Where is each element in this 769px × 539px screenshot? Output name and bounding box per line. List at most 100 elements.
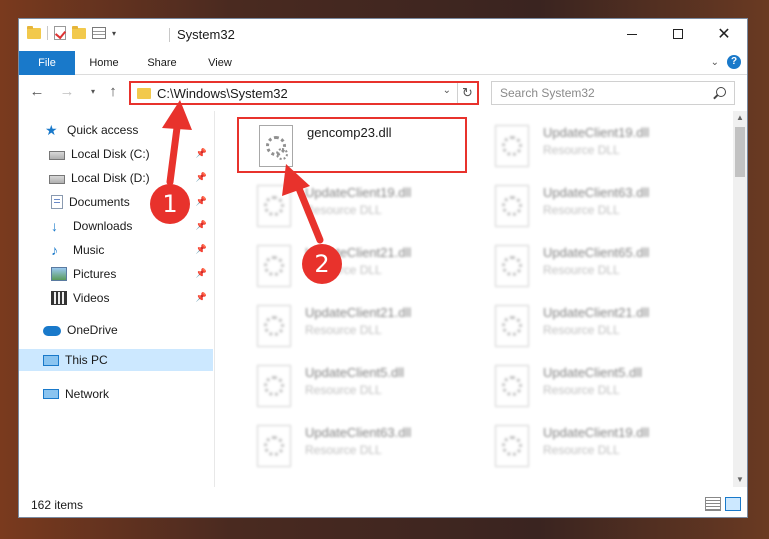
pin-icon[interactable]: 📌 bbox=[196, 148, 207, 159]
pin-icon[interactable]: 📌 bbox=[196, 220, 207, 231]
navigation-bar: ← → ▾ ↑ C:\Windows\System32 ⌄ ↻ Search S… bbox=[19, 77, 747, 107]
refresh-button[interactable]: ↻ bbox=[457, 83, 477, 103]
file-item[interactable]: UpdateClient5.dll Resource DLL bbox=[475, 359, 705, 415]
customize-icon[interactable] bbox=[92, 27, 106, 39]
expand-ribbon-icon[interactable]: ⌄ bbox=[711, 57, 719, 68]
file-item[interactable]: UpdateClient19.dll Resource DLL bbox=[237, 179, 467, 235]
file-item[interactable]: UpdateClient63.dll Resource DLL bbox=[237, 419, 467, 475]
large-icons-view-icon[interactable] bbox=[725, 497, 741, 511]
help-icon[interactable]: ? bbox=[727, 55, 741, 69]
tab-home[interactable]: Home bbox=[81, 51, 127, 75]
address-path[interactable]: C:\Windows\System32 bbox=[157, 86, 288, 101]
sidebar-item-network[interactable]: Network bbox=[19, 383, 213, 405]
dll-file-icon bbox=[495, 125, 529, 167]
dll-file-icon bbox=[257, 305, 291, 347]
tab-view[interactable]: View bbox=[197, 51, 243, 75]
gear-icon bbox=[264, 196, 284, 216]
sidebar-item-local-disk-d[interactable]: Local Disk (D:) 📌 bbox=[19, 167, 213, 189]
search-placeholder[interactable]: Search System32 bbox=[500, 86, 595, 100]
file-name: UpdateClient63.dll bbox=[543, 185, 650, 200]
file-item[interactable]: UpdateClient19.dll Resource DLL bbox=[475, 419, 705, 475]
dll-file-icon bbox=[495, 305, 529, 347]
customize-dropdown-icon[interactable]: ▾ bbox=[112, 29, 116, 38]
dll-file-icon bbox=[257, 425, 291, 467]
scroll-thumb[interactable] bbox=[735, 127, 745, 177]
pin-icon[interactable]: 📌 bbox=[196, 244, 207, 255]
new-folder-icon[interactable] bbox=[72, 25, 86, 39]
sidebar-item-label: Music bbox=[73, 243, 105, 257]
sidebar-item-onedrive[interactable]: OneDrive bbox=[19, 319, 213, 341]
step-2-marker: 2 bbox=[302, 244, 342, 284]
tab-share[interactable]: Share bbox=[137, 51, 187, 75]
details-view-icon[interactable] bbox=[705, 497, 721, 511]
file-name: UpdateClient5.dll bbox=[543, 365, 643, 380]
properties-check-icon[interactable] bbox=[54, 26, 66, 40]
quick-access-toolbar: ▾ bbox=[27, 25, 116, 40]
back-button[interactable]: ← bbox=[27, 82, 47, 102]
network-icon bbox=[43, 389, 59, 399]
file-item[interactable]: UpdateClient63.dll Resource DLL bbox=[475, 179, 705, 235]
minimize-button[interactable] bbox=[609, 19, 655, 49]
pin-icon[interactable]: 📌 bbox=[196, 292, 207, 303]
file-item[interactable]: UpdateClient21.dll Resource DLL bbox=[237, 299, 467, 355]
pin-icon[interactable]: 📌 bbox=[196, 172, 207, 183]
onedrive-icon bbox=[43, 326, 61, 336]
maximize-button[interactable] bbox=[655, 19, 701, 49]
videos-icon bbox=[51, 291, 67, 305]
star-icon: ★ bbox=[45, 122, 58, 138]
search-box[interactable]: Search System32 bbox=[491, 81, 735, 105]
file-list: gencomp23.dll UpdateClient19.dll Resourc… bbox=[219, 111, 733, 487]
gear-icon bbox=[264, 436, 284, 456]
file-name: UpdateClient19.dll bbox=[305, 185, 412, 200]
file-name: gencomp23.dll bbox=[307, 125, 392, 140]
file-item[interactable]: UpdateClient65.dll Resource DLL bbox=[475, 239, 705, 295]
address-bar[interactable]: C:\Windows\System32 ⌄ ↻ bbox=[129, 81, 479, 105]
sidebar-item-label: Quick access bbox=[67, 123, 139, 137]
file-item[interactable]: UpdateClient5.dll Resource DLL bbox=[237, 359, 467, 415]
file-name: UpdateClient21.dll bbox=[305, 305, 412, 320]
toolbar-divider bbox=[47, 26, 48, 40]
sidebar-item-quick-access[interactable]: ★ Quick access bbox=[19, 119, 213, 141]
sidebar-item-label: Downloads bbox=[73, 219, 133, 233]
sidebar-item-pictures[interactable]: Pictures 📌 bbox=[19, 263, 213, 285]
sidebar-item-label: Local Disk (C:) bbox=[71, 147, 150, 161]
close-button[interactable]: ✕ bbox=[701, 19, 747, 49]
forward-button[interactable]: → bbox=[57, 82, 77, 102]
up-button[interactable]: ↑ bbox=[103, 82, 123, 102]
computer-icon bbox=[43, 354, 59, 366]
scroll-up-icon[interactable]: ▲ bbox=[733, 111, 747, 125]
file-type: Resource DLL bbox=[543, 383, 620, 397]
sidebar-item-videos[interactable]: Videos 📌 bbox=[19, 287, 213, 309]
dll-file-icon bbox=[495, 365, 529, 407]
vertical-scrollbar[interactable]: ▲ ▼ bbox=[733, 111, 747, 487]
file-item[interactable]: UpdateClient21.dll Resource DLL bbox=[475, 299, 705, 355]
file-name: UpdateClient65.dll bbox=[543, 245, 650, 260]
dll-file-icon bbox=[257, 185, 291, 227]
address-dropdown-icon[interactable]: ⌄ bbox=[443, 85, 451, 96]
dll-file-icon bbox=[495, 185, 529, 227]
file-type: Resource DLL bbox=[543, 443, 620, 457]
sidebar-item-this-pc[interactable]: This PC bbox=[19, 349, 213, 371]
gear-icon bbox=[264, 256, 284, 276]
sidebar-item-label: Local Disk (D:) bbox=[71, 171, 150, 185]
file-name: UpdateClient21.dll bbox=[543, 305, 650, 320]
pin-icon[interactable]: 📌 bbox=[196, 268, 207, 279]
gear-icon bbox=[264, 376, 284, 396]
file-item-gencomp23[interactable]: gencomp23.dll bbox=[237, 117, 467, 173]
drive-icon bbox=[49, 151, 65, 160]
file-name: UpdateClient5.dll bbox=[305, 365, 405, 380]
window-title: System32 bbox=[177, 27, 235, 42]
recent-locations-button[interactable]: ▾ bbox=[83, 82, 103, 102]
scroll-down-icon[interactable]: ▼ bbox=[733, 473, 747, 487]
gear-icon bbox=[502, 316, 522, 336]
music-icon: ♪ bbox=[51, 242, 58, 258]
file-item[interactable]: UpdateClient19.dll Resource DLL bbox=[475, 119, 705, 175]
sidebar-item-label: Network bbox=[65, 387, 110, 401]
tab-file[interactable]: File bbox=[19, 51, 75, 75]
search-icon[interactable] bbox=[716, 87, 726, 97]
file-item[interactable]: UpdateClient21.dll Resource DLL bbox=[237, 239, 467, 295]
sidebar-item-music[interactable]: ♪ Music 📌 bbox=[19, 239, 213, 261]
pin-icon[interactable]: 📌 bbox=[196, 196, 207, 207]
sidebar-item-local-disk-c[interactable]: Local Disk (C:) 📌 bbox=[19, 143, 213, 165]
folder-icon bbox=[27, 25, 41, 39]
